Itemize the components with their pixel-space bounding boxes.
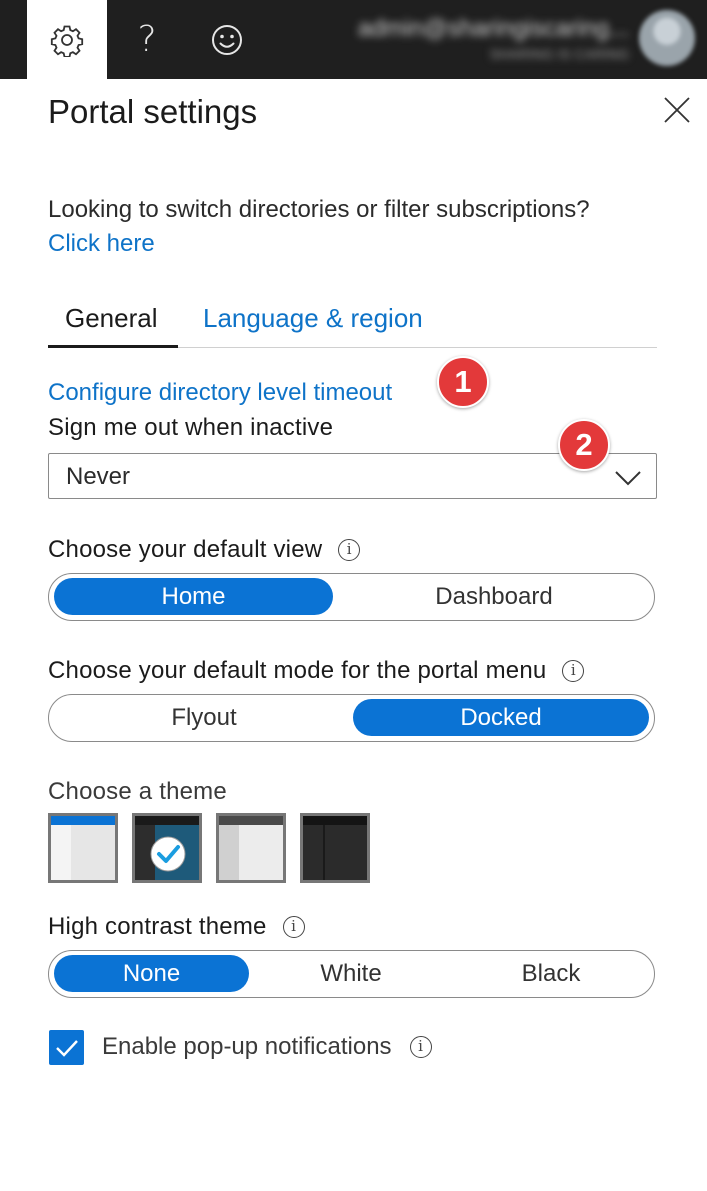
account-email: admin@sharingiscaring... — [357, 15, 629, 42]
theme-grey-preview — [219, 816, 283, 880]
top-bar: ? admin@sharingiscaring... SHARING IS CA… — [0, 0, 707, 79]
menu-mode-flyout[interactable]: Flyout — [54, 699, 354, 736]
help-icon: ? — [137, 19, 157, 60]
help-button[interactable]: ? — [107, 0, 187, 79]
menu-mode-toggle: Flyout Docked — [48, 694, 655, 742]
account-info[interactable]: admin@sharingiscaring... SHARING IS CARI… — [358, 14, 629, 64]
chevron-down-icon — [615, 471, 641, 486]
theme-light-preview — [51, 816, 115, 880]
high-contrast-toggle: None White Black — [48, 950, 655, 998]
popup-notifications-label-text: Enable pop-up notifications — [102, 1033, 392, 1060]
high-contrast-white[interactable]: White — [252, 955, 450, 992]
settings-button[interactable] — [27, 0, 107, 79]
signout-value: Never — [66, 463, 131, 490]
configure-timeout-link[interactable]: Configure directory level timeout — [48, 378, 392, 408]
tab-active-indicator — [48, 345, 178, 348]
info-icon[interactable]: i — [338, 539, 361, 561]
info-icon[interactable]: i — [562, 660, 585, 682]
theme-option-dark[interactable] — [300, 813, 370, 883]
theme-option-azure[interactable] — [132, 813, 202, 883]
checkmark-icon — [56, 1040, 78, 1057]
default-view-dashboard[interactable]: Dashboard — [339, 578, 649, 615]
default-view-label: Choose your default view i — [48, 535, 361, 565]
close-button[interactable] — [662, 95, 692, 125]
popup-notifications-checkbox[interactable] — [49, 1030, 84, 1065]
theme-dark-preview — [303, 816, 367, 880]
switch-directories-text: Looking to switch directories or filter … — [48, 196, 590, 223]
theme-option-light[interactable] — [48, 813, 118, 883]
avatar[interactable] — [639, 10, 695, 66]
theme-azure-preview — [135, 816, 199, 880]
feedback-button[interactable] — [187, 0, 267, 79]
menu-mode-label: Choose your default mode for the portal … — [48, 656, 585, 686]
default-view-home[interactable]: Home — [54, 578, 333, 615]
signout-label: Sign me out when inactive — [48, 414, 334, 441]
annotation-badge-2: 2 — [558, 419, 610, 471]
settings-tabs: General Language & region — [48, 296, 657, 348]
high-contrast-label-text: High contrast theme — [48, 913, 267, 940]
tab-general[interactable]: General — [65, 301, 158, 335]
tab-language-region[interactable]: Language & region — [203, 301, 423, 335]
default-view-label-text: Choose your default view — [48, 536, 323, 563]
annotation-badge-1: 1 — [437, 356, 489, 408]
popup-notifications-label: Enable pop-up notifications i — [102, 1032, 432, 1062]
account-org: SHARING IS CARING — [489, 46, 629, 62]
close-icon — [664, 97, 690, 123]
high-contrast-label: High contrast theme i — [48, 912, 305, 942]
page-title: Portal settings — [48, 93, 258, 130]
high-contrast-black[interactable]: Black — [452, 955, 650, 992]
theme-label: Choose a theme — [48, 778, 227, 805]
click-here-link[interactable]: Click here — [48, 229, 155, 259]
menu-mode-label-text: Choose your default mode for the portal … — [48, 657, 547, 684]
info-icon[interactable]: i — [409, 1036, 432, 1058]
info-icon[interactable]: i — [282, 916, 305, 938]
default-view-toggle: Home Dashboard — [48, 573, 655, 621]
menu-mode-docked[interactable]: Docked — [353, 699, 649, 736]
theme-option-grey[interactable] — [216, 813, 286, 883]
gear-icon — [50, 25, 84, 57]
smiley-icon — [212, 24, 242, 55]
high-contrast-none[interactable]: None — [54, 955, 249, 992]
